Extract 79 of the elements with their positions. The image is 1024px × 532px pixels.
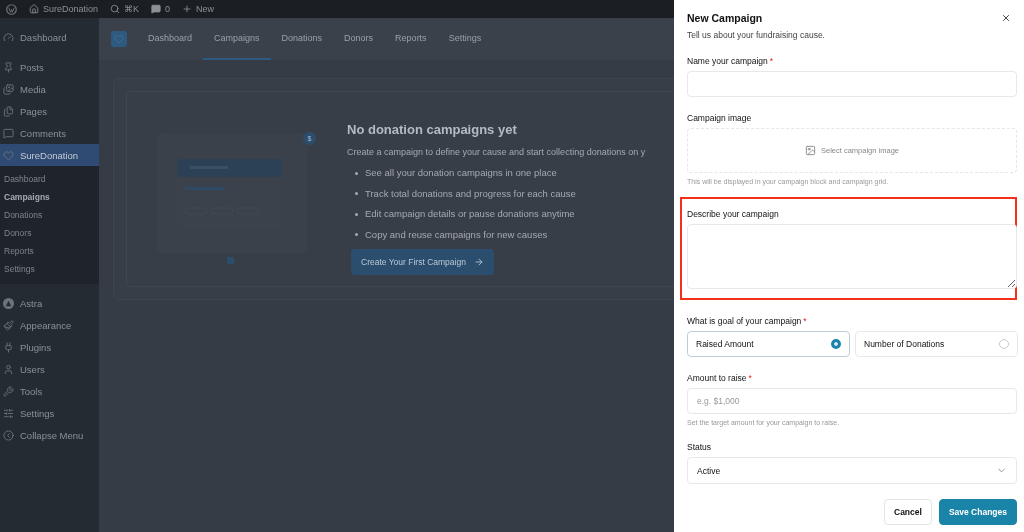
field-label: Name your campaign * xyxy=(687,56,775,66)
sidebar-item[interactable]: SureDonation xyxy=(0,144,99,166)
menu-icon xyxy=(3,341,14,353)
nav-tab[interactable]: Donations xyxy=(270,18,334,60)
feature-bullet: Copy and reuse campaigns for new causes xyxy=(365,228,548,241)
sidebar-item[interactable]: Pages xyxy=(0,100,99,122)
nav-tab[interactable]: Campaigns xyxy=(203,18,271,60)
field-label: What is goal of your campaign * xyxy=(687,316,808,326)
menu-icon xyxy=(3,363,14,375)
menu-icon xyxy=(3,149,14,161)
bullet-dot xyxy=(355,192,358,196)
sidebar-item[interactable]: Collapse Menu xyxy=(0,424,99,446)
field-label: Amount to raise * xyxy=(687,373,753,383)
comments-link[interactable]: 0 xyxy=(151,4,171,14)
search-shortcut[interactable]: ⌘K xyxy=(110,4,140,14)
logo-icon xyxy=(111,31,127,47)
field-label: Status xyxy=(687,442,713,452)
menu-icon xyxy=(3,385,14,397)
empty-state-description: Create a campaign to define your cause and start collecting donations on y xyxy=(347,147,647,157)
nav-tab[interactable]: Dashboard xyxy=(137,18,204,60)
nav-tab[interactable]: Reports xyxy=(384,18,438,60)
search-icon xyxy=(110,4,121,14)
goal-option[interactable]: Raised Amount xyxy=(687,331,850,357)
sidebar-item[interactable]: Astra xyxy=(0,292,99,314)
nav-tab[interactable]: Settings xyxy=(437,18,493,60)
submenu-item[interactable]: Dashboard xyxy=(0,170,99,188)
empty-state-title: No donation campaigns yet xyxy=(347,122,518,137)
comment-icon xyxy=(151,4,162,14)
bullet-dot xyxy=(355,233,358,237)
sidebar-item[interactable]: Appearance xyxy=(0,314,99,336)
goal-option[interactable]: Number of Donations xyxy=(855,331,1018,357)
sidebar-item[interactable]: Plugins xyxy=(0,336,99,358)
submenu-item[interactable]: Reports xyxy=(0,242,99,260)
feature-bullet: Track total donations and progress for each cause xyxy=(365,187,576,200)
menu-icon xyxy=(3,319,14,331)
home-icon xyxy=(29,4,39,14)
arrow-icon xyxy=(473,257,484,267)
nav-tab[interactable]: Donors xyxy=(333,18,385,60)
menu-icon xyxy=(3,105,14,117)
description-field[interactable] xyxy=(687,224,1017,289)
submenu-item[interactable]: Campaigns xyxy=(0,188,99,206)
feature-bullet: Edit campaign details or pause donations anytime xyxy=(365,208,575,221)
menu-icon xyxy=(3,83,14,95)
cancel-button[interactable]: Cancel xyxy=(884,499,932,525)
new-link[interactable]: New xyxy=(182,4,215,14)
sidebar-item[interactable]: Media xyxy=(0,78,99,100)
menu-icon xyxy=(3,429,14,441)
wordpress-logo-icon[interactable] xyxy=(6,3,17,15)
text-field[interactable]: e.g. $1,000 xyxy=(687,388,1017,414)
menu-icon xyxy=(3,31,14,43)
sidebar-item[interactable]: Tools xyxy=(0,380,99,402)
submenu-item[interactable]: Settings xyxy=(0,260,99,278)
feature-bullet: See all your donation campaigns in one place xyxy=(365,167,557,180)
panel-title: New Campaign xyxy=(687,12,763,24)
site-link[interactable]: SureDonation xyxy=(29,4,99,14)
field-label: Campaign image xyxy=(687,113,753,123)
menu-icon xyxy=(3,127,14,139)
create-campaign-button[interactable]: Create Your First Campaign xyxy=(351,249,494,275)
sidebar-item[interactable]: Users xyxy=(0,358,99,380)
bullet-dot xyxy=(355,212,358,216)
save-button[interactable]: Save Changes xyxy=(938,499,1017,525)
menu-icon xyxy=(3,61,14,73)
sidebar-item[interactable]: Comments xyxy=(0,122,99,144)
bullet-dot xyxy=(355,171,358,175)
menu-icon xyxy=(3,407,14,419)
image-icon xyxy=(805,145,816,156)
text-field[interactable] xyxy=(687,71,1017,97)
close-icon[interactable] xyxy=(1001,13,1011,23)
panel-subtitle: Tell us about your fundraising cause. xyxy=(687,30,826,40)
submenu-item[interactable]: Donors xyxy=(0,224,99,242)
sidebar-item[interactable]: Posts xyxy=(0,56,99,78)
plus-icon xyxy=(182,4,193,14)
astra-icon xyxy=(3,297,14,309)
status-select[interactable]: Active xyxy=(687,457,1017,484)
field-label: Describe your campaign xyxy=(687,209,780,219)
sidebar-item[interactable]: Dashboard xyxy=(0,26,99,48)
radio-button[interactable] xyxy=(831,339,841,349)
sidebar-item[interactable]: Settings xyxy=(0,402,99,424)
submenu-item[interactable]: Donations xyxy=(0,206,99,224)
